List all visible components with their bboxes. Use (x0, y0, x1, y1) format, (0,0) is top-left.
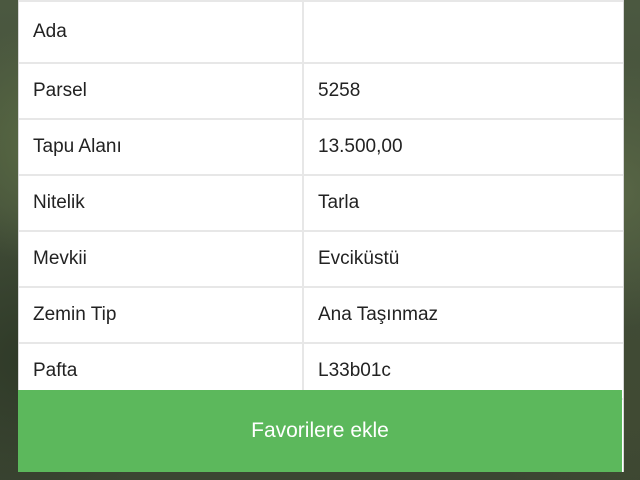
value-zemin-tip: Ana Taşınmaz (302, 287, 623, 344)
parcel-details-table: Ada Parsel 5258 Tapu Alanı 13.500,00 Nit… (19, 0, 623, 400)
label-ada: Ada (19, 0, 303, 64)
add-to-favorites-button[interactable]: Favorilere ekle (18, 390, 622, 472)
label-parsel: Parsel (19, 63, 303, 120)
row-ada: Ada (19, 0, 623, 64)
row-tapu-alani: Tapu Alanı 13.500,00 (19, 119, 623, 176)
row-zemin-tip: Zemin Tip Ana Taşınmaz (19, 287, 623, 344)
row-parsel: Parsel 5258 (19, 63, 623, 120)
label-tapu-alani: Tapu Alanı (19, 119, 303, 176)
label-nitelik: Nitelik (19, 175, 303, 232)
value-parsel: 5258 (302, 63, 623, 120)
label-mevkii: Mevkii (19, 231, 303, 288)
value-tapu-alani: 13.500,00 (302, 119, 623, 176)
value-mevkii: Evciküstü (302, 231, 623, 288)
value-nitelik: Tarla (302, 175, 623, 232)
row-mevkii: Mevkii Evciküstü (19, 231, 623, 288)
row-nitelik: Nitelik Tarla (19, 175, 623, 232)
value-ada (302, 0, 623, 64)
label-zemin-tip: Zemin Tip (19, 287, 303, 344)
